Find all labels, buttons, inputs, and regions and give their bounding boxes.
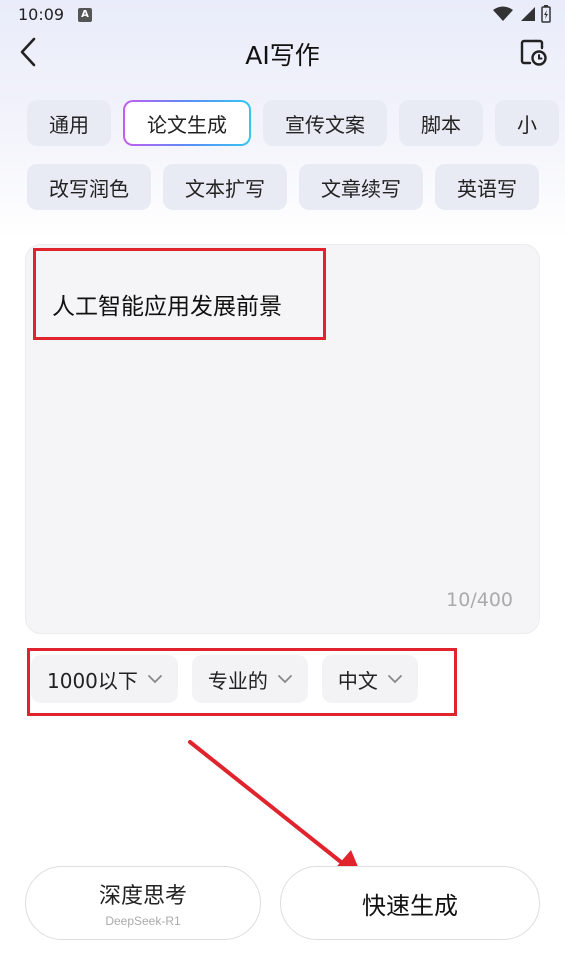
char-count: 10/400 [446, 589, 513, 611]
signal-icon [521, 7, 535, 21]
category-tab[interactable]: 改写润色 [27, 164, 151, 210]
page-title: AI写作 [245, 41, 320, 70]
history-button[interactable] [515, 34, 551, 70]
status-icons [493, 5, 551, 23]
notification-icon: A [78, 8, 92, 22]
category-tab[interactable]: 小 [495, 100, 559, 146]
category-tab[interactable]: 文本扩写 [163, 164, 287, 210]
category-tab[interactable]: 脚本 [399, 100, 483, 146]
fast-generate-label: 快速生成 [362, 891, 458, 920]
deep-think-model: DeepSeek-R1 [105, 914, 181, 928]
battery-icon [541, 5, 551, 23]
category-tab[interactable]: 英语写 [435, 164, 539, 210]
status-time: 10:09 [18, 5, 65, 24]
annotation-box-options [27, 648, 457, 716]
category-row-2: 改写润色 文本扩写 文章续写 英语写 [27, 164, 539, 210]
category-tab-active[interactable]: 论文生成 [123, 100, 251, 146]
wifi-icon [493, 6, 513, 21]
deep-think-button[interactable]: 深度思考 DeepSeek-R1 [25, 866, 261, 940]
category-row-1: 通用 论文生成 宣传文案 脚本 小 [27, 100, 559, 146]
category-tab[interactable]: 通用 [27, 100, 111, 146]
deep-think-label: 深度思考 [98, 884, 187, 909]
fast-generate-button[interactable]: 快速生成 [280, 866, 540, 940]
status-bar: 10:09 A [0, 0, 565, 32]
category-tab[interactable]: 宣传文案 [263, 100, 387, 146]
annotation-box-topic [33, 248, 326, 340]
category-tab[interactable]: 文章续写 [299, 164, 423, 210]
history-doc-icon [520, 39, 547, 66]
app-header: AI写作 [0, 32, 565, 82]
